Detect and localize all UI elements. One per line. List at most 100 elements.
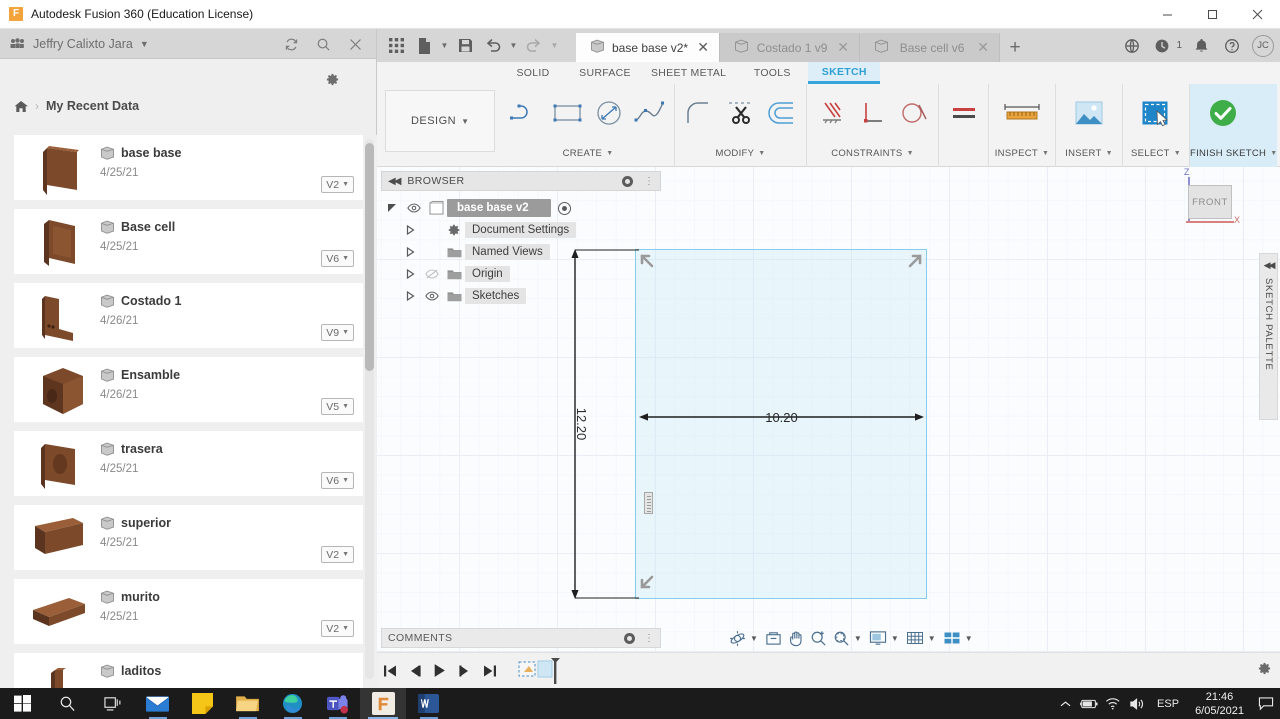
recent-data-list[interactable]: base base 4/25/21 V2 ▼ Base cell 4/25/21 V6 ▼ Co… [0, 135, 377, 688]
language-indicator[interactable]: ESP [1149, 698, 1187, 710]
ribbon-group-label-finish-sketch[interactable]: FINISH SKETCH ▼ [1190, 142, 1277, 164]
close-tab-icon[interactable]: ✕ [975, 39, 991, 56]
visibility-eye-off-icon[interactable] [421, 269, 443, 279]
sketch-spline-icon[interactable] [629, 88, 670, 138]
ribbon-group-finish-sketch[interactable]: FINISH SKETCH ▼ [1189, 84, 1278, 167]
browser-node[interactable]: Document Settings [381, 219, 661, 241]
taskbar-mail-icon[interactable] [135, 688, 180, 719]
view-cube[interactable]: Z X FRONT [1176, 167, 1240, 233]
ribbon-group-label-inspect[interactable]: INSPECT ▼ [989, 142, 1055, 164]
taskbar-search-icon[interactable] [45, 688, 90, 719]
scrollbar-thumb[interactable] [365, 143, 374, 371]
collapse-arrows-icon[interactable]: ◀◀ [1264, 260, 1276, 271]
taskbar-file-explorer-icon[interactable] [225, 688, 270, 719]
expand-arrow-icon[interactable] [381, 203, 403, 213]
help-icon[interactable] [1218, 32, 1245, 60]
sketch-line-icon[interactable] [506, 88, 547, 138]
orbit-icon[interactable] [727, 626, 748, 650]
timeline-feature-marker[interactable] [518, 656, 564, 686]
item-version-selector[interactable]: V2 ▼ [321, 176, 354, 193]
comments-options-icon[interactable] [624, 632, 635, 644]
dimension-vertical[interactable]: 12.20 [561, 249, 641, 599]
drag-grip-icon[interactable]: ⋮ [644, 176, 654, 187]
taskbar-fusion360-icon[interactable] [360, 688, 406, 719]
viewports-icon[interactable] [941, 626, 963, 650]
wifi-icon[interactable] [1101, 688, 1125, 719]
user-name-label[interactable]: Jeffry Calixto Jara [33, 37, 133, 51]
ribbon-tab[interactable]: SURFACE [569, 62, 641, 84]
new-tab-icon[interactable]: + [1000, 33, 1030, 62]
expand-arrow-icon[interactable] [399, 291, 421, 301]
workspace-selector[interactable]: DESIGN ▼ [385, 90, 495, 152]
item-version-selector[interactable]: V2 ▼ [321, 546, 354, 563]
team-grid-icon[interactable] [10, 38, 24, 49]
taskbar-sticky-notes-icon[interactable] [180, 688, 225, 719]
close-icon[interactable] [1235, 0, 1280, 29]
data-sync-icon[interactable] [1118, 32, 1145, 60]
home-icon[interactable] [14, 100, 28, 113]
notifications-bell-icon[interactable] [1188, 32, 1215, 60]
ribbon-group-label-modify[interactable]: MODIFY ▼ [679, 142, 802, 164]
chevron-down-icon[interactable]: ▼ [439, 41, 450, 50]
chevron-down-icon[interactable]: ▼ [549, 41, 560, 50]
data-panel-item[interactable]: laditos [14, 653, 363, 688]
ribbon-tab[interactable]: SKETCH [808, 62, 881, 84]
new-document-icon[interactable] [411, 33, 437, 59]
chevron-down-icon[interactable]: ▼ [854, 634, 862, 643]
app-grid-icon[interactable] [383, 33, 409, 59]
canvas-workspace[interactable]: ◀◀ BROWSER ⋮ base base v2 Document Setti… [377, 167, 1280, 688]
close-tab-icon[interactable]: ✕ [835, 39, 851, 56]
zoom-in-icon[interactable] [808, 626, 829, 650]
timeline-previous-icon[interactable] [402, 656, 427, 686]
pan-hand-icon[interactable] [786, 626, 806, 650]
visibility-eye-icon[interactable] [421, 291, 443, 301]
dimension-horizontal-value[interactable]: 10.20 [761, 410, 802, 425]
undo-icon[interactable] [480, 33, 506, 59]
ribbon-group-label-constraints[interactable]: CONSTRAINTS ▼ [811, 142, 934, 164]
clock[interactable]: 21:46 6/05/2021 [1187, 690, 1252, 718]
visibility-eye-icon[interactable] [403, 203, 425, 213]
close-panel-icon[interactable] [340, 29, 370, 59]
expand-arrow-icon[interactable] [399, 225, 421, 235]
minimize-icon[interactable] [1145, 0, 1190, 29]
chevron-down-icon[interactable]: ▼ [891, 634, 899, 643]
data-panel-item[interactable]: trasera 4/25/21 V6 ▼ [14, 431, 363, 496]
fillet-icon[interactable] [679, 88, 720, 138]
constraint-marker-top-right-icon[interactable] [906, 252, 924, 275]
select-window-icon[interactable] [1123, 88, 1189, 138]
document-tab[interactable]: base base v2* ✕ [576, 33, 721, 62]
ribbon-tab[interactable]: SHEET METAL [641, 62, 736, 84]
sketch-rectangle-icon[interactable] [547, 88, 588, 138]
fix-constraint-icon[interactable] [811, 88, 852, 138]
dimension-horizontal[interactable]: 10.20 [639, 410, 924, 429]
data-panel-item[interactable]: murito 4/25/21 V2 ▼ [14, 579, 363, 644]
document-tab[interactable]: Base cell v6 ✕ [860, 33, 1001, 62]
view-cube-front-face[interactable]: FRONT [1188, 185, 1232, 219]
start-button[interactable] [0, 688, 45, 719]
component-activate-icon[interactable] [557, 201, 571, 215]
data-panel-item[interactable]: Ensamble 4/26/21 V5 ▼ [14, 357, 363, 422]
save-icon[interactable] [452, 33, 478, 59]
timeline-settings-gear-icon[interactable] [1257, 661, 1272, 681]
item-version-selector[interactable]: V9 ▼ [321, 324, 354, 341]
refresh-icon[interactable] [276, 29, 306, 59]
grid-snaps-icon[interactable] [904, 626, 926, 650]
measure-icon[interactable] [989, 88, 1055, 138]
data-panel-item[interactable]: base base 4/25/21 V2 ▼ [14, 135, 363, 200]
timeline-first-icon[interactable] [377, 656, 402, 686]
tray-overflow-icon[interactable] [1053, 688, 1077, 719]
offset-icon[interactable] [761, 88, 802, 138]
expand-arrow-icon[interactable] [399, 247, 421, 257]
ribbon-group-label-select[interactable]: SELECT ▼ [1123, 142, 1189, 164]
ribbon-tab[interactable]: TOOLS [736, 62, 808, 84]
chevron-down-icon[interactable]: ▼ [140, 39, 149, 49]
breadcrumb-current[interactable]: My Recent Data [46, 99, 139, 113]
item-version-selector[interactable]: V6 ▼ [321, 250, 354, 267]
avatar[interactable]: JC [1252, 34, 1274, 57]
data-panel-scrollbar[interactable] [365, 139, 374, 679]
ribbon-tab[interactable]: SOLID [497, 62, 569, 84]
ribbon-group-label-create[interactable]: CREATE ▼ [506, 142, 670, 164]
data-panel-item[interactable]: Base cell 4/25/21 V6 ▼ [14, 209, 363, 274]
battery-icon[interactable] [1077, 688, 1101, 719]
browser-options-icon[interactable] [622, 175, 633, 187]
